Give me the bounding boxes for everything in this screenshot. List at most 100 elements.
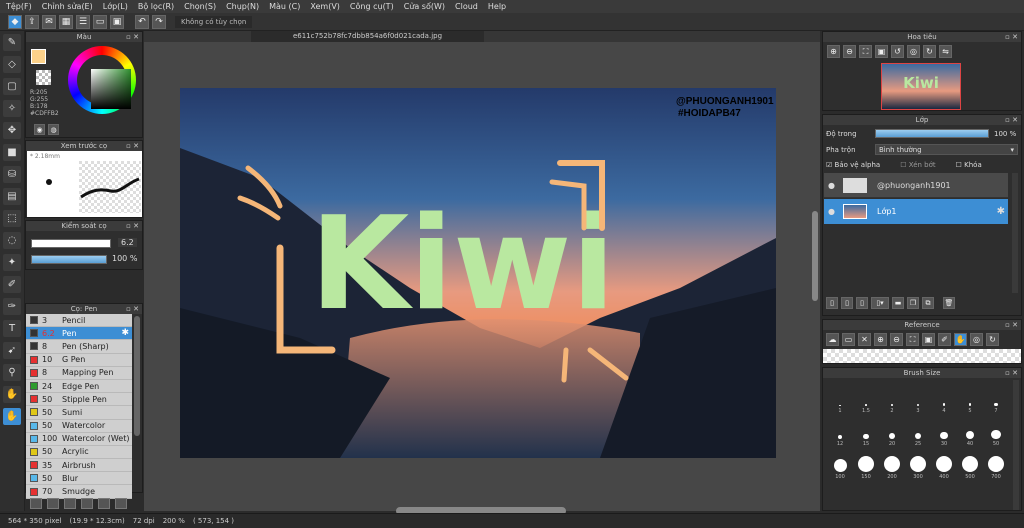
- eraser-tool-icon[interactable]: ◇: [3, 56, 21, 73]
- brush-tool-icon[interactable]: ✎: [3, 34, 21, 51]
- ref-pick-icon[interactable]: ✐: [938, 333, 951, 346]
- brush-item[interactable]: 50 Acrylic: [26, 445, 132, 460]
- fill-rect-icon[interactable]: ■: [3, 144, 21, 161]
- layer-row-active[interactable]: ● Lớp1 ✱: [824, 199, 1008, 224]
- background-swatch[interactable]: [36, 70, 51, 85]
- eye-icon[interactable]: ●: [828, 207, 835, 216]
- brush-size-option[interactable]: 150: [853, 447, 879, 480]
- menu-item[interactable]: Bộ lọc(R): [138, 2, 174, 11]
- menu-item[interactable]: Cloud: [455, 2, 478, 11]
- new-layer-icon[interactable]: ▯: [826, 297, 838, 309]
- brush-size-option[interactable]: 1: [827, 381, 853, 414]
- undo-icon[interactable]: ↶: [135, 14, 149, 29]
- bucket-icon[interactable]: ⛁: [3, 166, 21, 183]
- menu-item[interactable]: Chọn(S): [184, 2, 216, 11]
- wand-icon[interactable]: ✦: [3, 254, 21, 271]
- menu-item[interactable]: Help: [488, 2, 506, 11]
- brush-item[interactable]: 100 Watercolor (Wet): [26, 432, 132, 446]
- gradient-icon[interactable]: ▤: [3, 188, 21, 205]
- brush-item[interactable]: 50 Watercolor: [26, 419, 132, 433]
- brush-size-option[interactable]: 100: [827, 447, 853, 480]
- window-icon[interactable]: ▭: [93, 14, 107, 29]
- cloud-icon[interactable]: ☁: [826, 333, 839, 346]
- menu-item[interactable]: Cửa số(W): [404, 2, 445, 11]
- menu-item[interactable]: Chụp(N): [226, 2, 259, 11]
- brush-size-option[interactable]: 20: [879, 414, 905, 447]
- duplicate-icon[interactable]: [115, 498, 127, 509]
- select-rect-icon[interactable]: ▢: [3, 78, 21, 95]
- canvas-area[interactable]: e611c752b78fc7dbb854a6f0d021cada.jpg @PH…: [144, 31, 820, 515]
- page-icon[interactable]: [81, 498, 93, 509]
- brush-size-option[interactable]: 25: [905, 414, 931, 447]
- hand-tool-icon[interactable]: ✋: [3, 408, 21, 425]
- navigator-thumbnail[interactable]: Kiwi: [881, 63, 961, 110]
- lock-checkbox[interactable]: ☐ Khóa: [956, 161, 982, 169]
- list-icon[interactable]: ☰: [76, 14, 90, 29]
- brush-item[interactable]: 8 Pen (Sharp): [26, 340, 132, 354]
- brush-settings-icon[interactable]: ✱: [121, 328, 129, 338]
- size-slider[interactable]: [31, 239, 111, 248]
- brush-size-option[interactable]: 12: [827, 414, 853, 447]
- brush-size-option[interactable]: 50: [983, 414, 1009, 447]
- menu-item[interactable]: Xem(V): [310, 2, 340, 11]
- opacity-slider[interactable]: [31, 255, 107, 264]
- pan-tool-icon[interactable]: ✋: [3, 386, 21, 403]
- layer-folder-icon[interactable]: ▬: [892, 297, 904, 309]
- ref-reset-icon[interactable]: ◎: [970, 333, 983, 346]
- magic-wand-icon[interactable]: ✧: [3, 100, 21, 117]
- fit-icon[interactable]: ⛶: [859, 45, 872, 58]
- mixer-icon[interactable]: ◍: [48, 124, 59, 135]
- zoom-in-icon[interactable]: ⊕: [827, 45, 840, 58]
- new-layer-1bit-icon[interactable]: ▯: [856, 297, 868, 309]
- brush-size-scrollbar[interactable]: [1013, 380, 1019, 510]
- ref-zoom-in-icon[interactable]: ⊕: [874, 333, 887, 346]
- add-layer-menu-icon[interactable]: ▯▾: [871, 297, 889, 309]
- brush-size-option[interactable]: 7: [983, 381, 1009, 414]
- brush-size-option[interactable]: 4: [931, 381, 957, 414]
- export-icon[interactable]: ⇪: [25, 14, 39, 29]
- brush-size-option[interactable]: 200: [879, 447, 905, 480]
- palette-icon[interactable]: ◉: [34, 124, 45, 135]
- eye-icon[interactable]: ●: [828, 181, 835, 190]
- panel-icon[interactable]: ▣: [110, 14, 124, 29]
- menu-item[interactable]: Chỉnh sửa(E): [42, 2, 93, 11]
- brush-item[interactable]: 6.2 Pen ✱: [26, 327, 132, 341]
- brush-size-option[interactable]: 2: [879, 381, 905, 414]
- brush-size-option[interactable]: 1.5: [853, 381, 879, 414]
- color-wheel[interactable]: [68, 46, 136, 114]
- brush-size-option[interactable]: 400: [931, 447, 957, 480]
- select-pen-icon[interactable]: ✐: [3, 276, 21, 293]
- brush-size-option[interactable]: 500: [957, 447, 983, 480]
- redo-icon[interactable]: ↷: [152, 14, 166, 29]
- rotate-right-icon[interactable]: ↻: [923, 45, 936, 58]
- saturation-square[interactable]: [91, 69, 131, 109]
- brush-item[interactable]: 24 Edge Pen: [26, 379, 132, 394]
- duplicate-layer-icon[interactable]: ❐: [907, 297, 919, 309]
- reset-icon[interactable]: ◎: [907, 45, 920, 58]
- tree-icon[interactable]: [30, 498, 42, 509]
- brush-size-option[interactable]: 30: [931, 414, 957, 447]
- brush-size-option[interactable]: 5: [957, 381, 983, 414]
- move-tool-icon[interactable]: ✥: [3, 122, 21, 139]
- menu-item[interactable]: Công cụ(T): [350, 2, 394, 11]
- menu-item[interactable]: Tệp(F): [6, 2, 32, 11]
- folder-icon[interactable]: [98, 498, 110, 509]
- brush-size-option[interactable]: 15: [853, 414, 879, 447]
- layer-opacity-slider[interactable]: [875, 129, 989, 138]
- marquee-icon[interactable]: ⬚: [3, 210, 21, 227]
- foreground-swatch[interactable]: [31, 49, 46, 64]
- copy-brush-icon[interactable]: [64, 498, 76, 509]
- layer-settings-icon[interactable]: ✱: [997, 206, 1005, 217]
- brush-size-option[interactable]: 3: [905, 381, 931, 414]
- protect-alpha-checkbox[interactable]: ☑ Bảo vệ alpha: [826, 161, 880, 169]
- ref-zoom-out-icon[interactable]: ⊖: [890, 333, 903, 346]
- brush-item[interactable]: 50 Sumi: [26, 406, 132, 420]
- delete-layer-icon[interactable]: 🗑: [943, 297, 955, 309]
- rotate-left-icon[interactable]: ↺: [891, 45, 904, 58]
- brush-item[interactable]: 8 Mapping Pen: [26, 366, 132, 380]
- reference-canvas[interactable]: [823, 349, 1021, 363]
- layer-list-scrollbar[interactable]: [1012, 173, 1018, 293]
- brush-size-option[interactable]: 700: [983, 447, 1009, 480]
- new-layer-8bit-icon[interactable]: ▯: [841, 297, 853, 309]
- menu-item[interactable]: Màu (C): [269, 2, 300, 11]
